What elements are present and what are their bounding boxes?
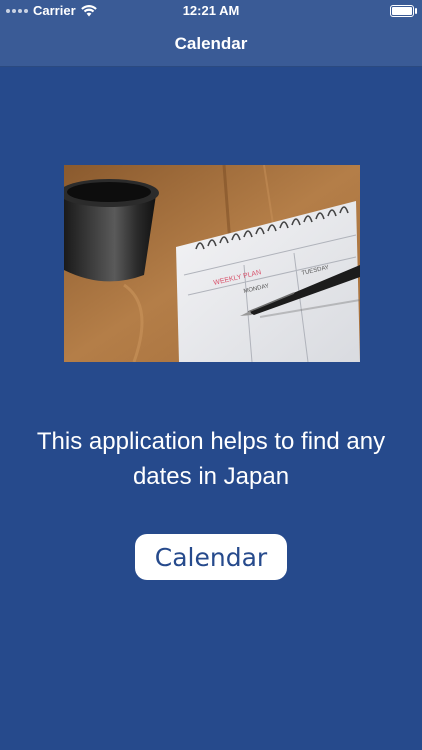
navigation-bar: Calendar (0, 22, 422, 67)
battery-icon (390, 5, 417, 17)
nav-title: Calendar (174, 34, 248, 53)
hero-image: WEEKLY PLAN MONDAY TUESDAY (64, 165, 360, 362)
status-time: 12:21 AM (182, 3, 240, 18)
hero-image-illustration: WEEKLY PLAN MONDAY TUESDAY (64, 165, 360, 362)
calendar-button[interactable]: Calendar (135, 534, 287, 580)
app-description: This application helps to find any dates… (36, 428, 386, 490)
status-bar: Carrier 12:21 AM (0, 0, 422, 22)
